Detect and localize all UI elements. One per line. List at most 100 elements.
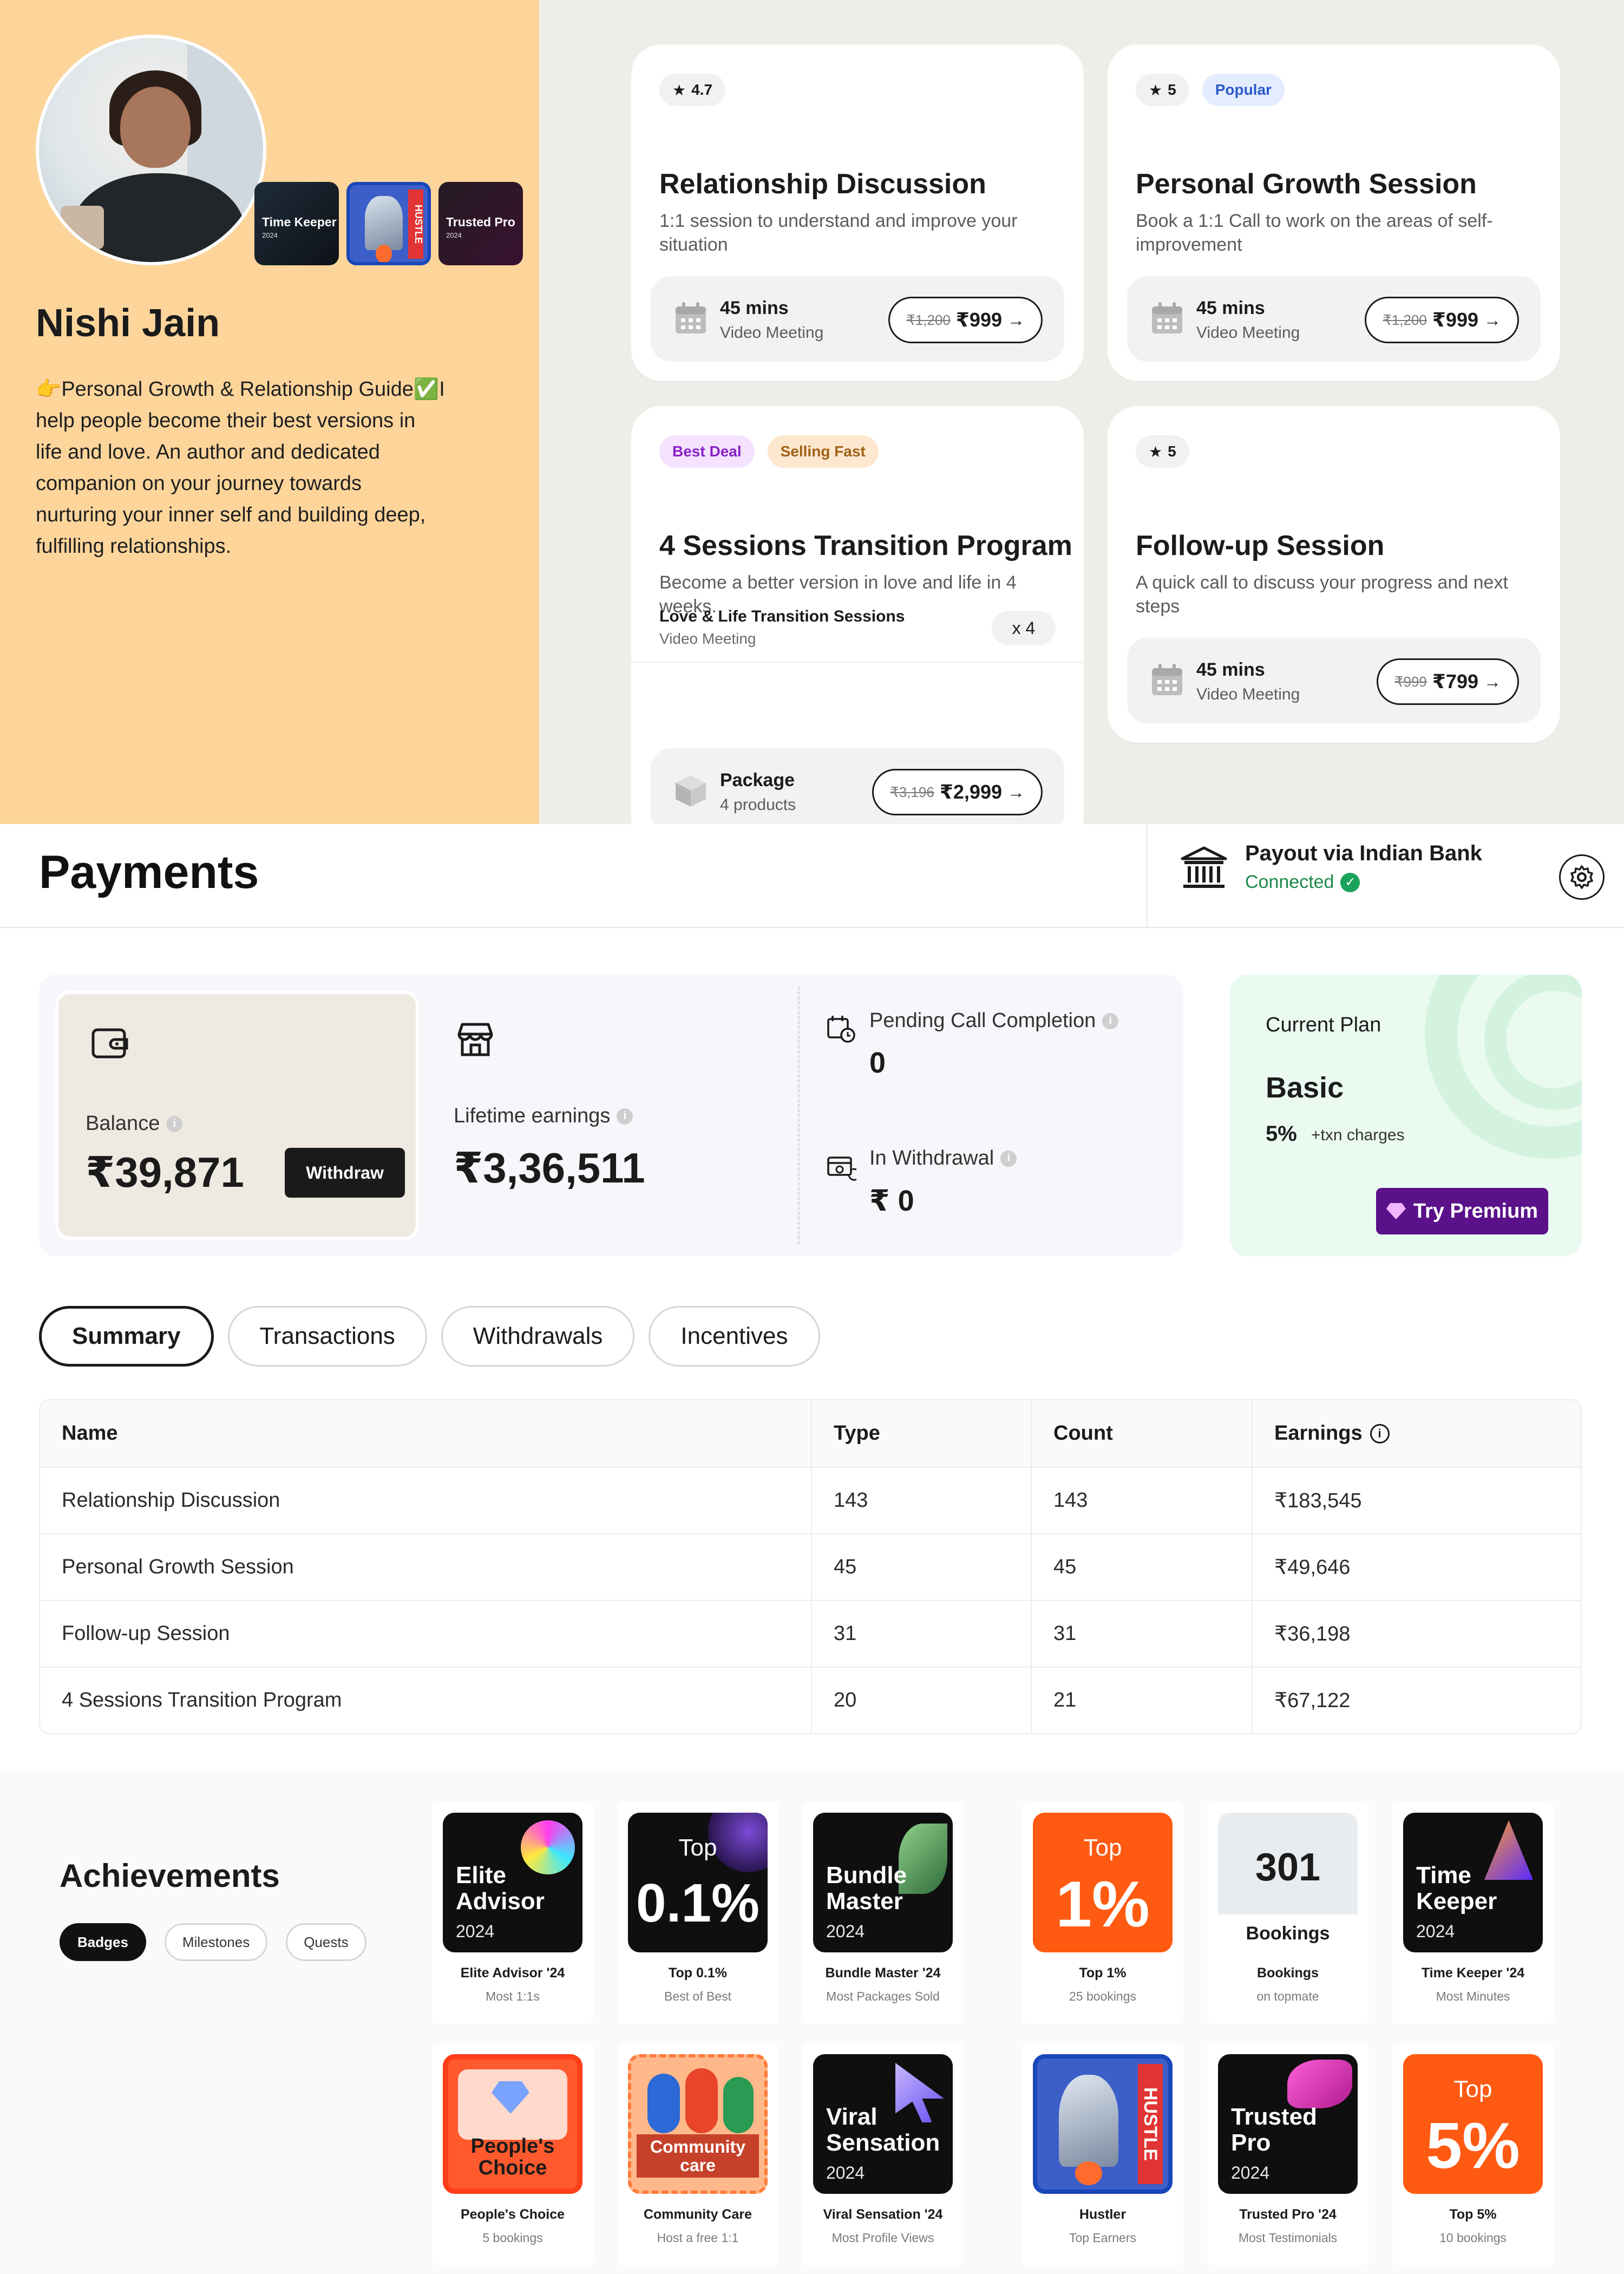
service-card-follow-up[interactable]: ★ 5 Follow-up Session A quick call to dis…: [1108, 406, 1560, 743]
package-item-qty: x 4: [992, 611, 1056, 645]
current-plan-card: Current Plan Basic 5% +txn charges Try P…: [1230, 975, 1582, 1256]
package-item-title: Love & Life Transition Sessions: [659, 607, 905, 625]
col-count: Count: [1031, 1400, 1252, 1467]
badge-image: Elite Advisor 2024: [443, 1813, 582, 1952]
arrow-right-icon: →: [1007, 782, 1025, 802]
book-price-button[interactable]: ₹1,200 ₹999 →: [1365, 297, 1519, 343]
tab-summary[interactable]: Summary: [39, 1306, 214, 1367]
tab-incentives[interactable]: Incentives: [649, 1306, 820, 1367]
profile-section: Time Keeper 2024 HUSTLE Trusted Pro 2024 N…: [0, 0, 1624, 824]
try-premium-button[interactable]: Try Premium: [1376, 1188, 1548, 1234]
tab-transactions[interactable]: Transactions: [227, 1306, 427, 1367]
store-icon: [457, 1023, 493, 1056]
page-title: Payments: [39, 846, 259, 898]
diamond-icon: [1386, 1203, 1406, 1219]
badge-image: HUSTLE: [1033, 2054, 1173, 2194]
badge-top-1[interactable]: Top 1% Top 1% 25 bookings: [1022, 1802, 1183, 2024]
badge-hustler[interactable]: HUSTLE Hustler Top Earners: [1022, 2043, 1183, 2265]
badge-trusted-pro[interactable]: Trusted Pro 2024 Trusted Pro '24 Most Tes…: [1207, 2043, 1368, 2265]
achievements-tabs: Badges Milestones Quests: [60, 1923, 366, 1961]
service-mode: Video Meeting: [720, 324, 824, 342]
tab-quests[interactable]: Quests: [286, 1923, 366, 1961]
badge-image: Trusted Pro 2024: [1218, 2054, 1358, 2194]
badge-community-care[interactable]: Community care Community Care Host a fre…: [617, 2043, 778, 2265]
info-icon[interactable]: i: [617, 1108, 633, 1125]
info-icon[interactable]: i: [1370, 1423, 1390, 1443]
cell-type: 31: [811, 1601, 1031, 1667]
star-icon: ★: [1149, 81, 1163, 99]
info-icon[interactable]: i: [1102, 1012, 1119, 1029]
book-price-button[interactable]: ₹3,196 ₹2,999 →: [872, 769, 1043, 815]
package-count: 4 products: [720, 796, 796, 814]
badge-image: 301 Bookings: [1218, 1813, 1358, 1952]
achievements-title: Achievements: [60, 1858, 280, 1894]
plan-name: Basic: [1266, 1071, 1344, 1104]
badge-viral-sensation[interactable]: Viral Sensation 2024 Viral Sensation '24 …: [802, 2043, 964, 2265]
badge-image: Time Keeper 2024: [1403, 1813, 1543, 1952]
info-icon[interactable]: i: [166, 1115, 183, 1132]
cell-count: 21: [1031, 1668, 1252, 1733]
badge-elite-advisor[interactable]: Elite Advisor 2024 Elite Advisor '24 Most…: [432, 1802, 593, 2024]
settings-button[interactable]: [1559, 854, 1605, 900]
service-footer: 45 mins Video Meeting ₹1,200 ₹999 →: [1127, 276, 1541, 362]
service-card-personal-growth[interactable]: ★ 5 Popular Personal Growth Session Book …: [1108, 44, 1560, 381]
service-title: 4 Sessions Transition Program: [659, 530, 1072, 561]
mini-badge-hustle: HUSTLE: [346, 182, 431, 265]
withdraw-button[interactable]: Withdraw: [285, 1148, 405, 1198]
service-card-relationship-discussion[interactable]: ★ 4.7 Relationship Discussion 1:1 session…: [631, 44, 1084, 381]
package-footer: Package 4 products ₹3,196 ₹2,999 →: [651, 748, 1064, 824]
mini-badge-time-keeper: Time Keeper 2024: [254, 182, 339, 265]
rating-pill: ★ 5: [1136, 74, 1189, 106]
service-mode: Video Meeting: [1196, 324, 1300, 342]
profile-bio: 👉Personal Growth & Relationship Guide✅I …: [36, 378, 445, 558]
book-price-button[interactable]: ₹1,200 ₹999 →: [888, 297, 1043, 343]
mini-badge-row: Time Keeper 2024 HUSTLE Trusted Pro 2024: [254, 182, 523, 265]
service-footer: 45 mins Video Meeting ₹1,200 ₹999 →: [651, 276, 1064, 362]
table-row: Follow-up Session 31 31 ₹36,198: [40, 1600, 1581, 1667]
table-header-row: Name Type Count Earnings i: [40, 1400, 1581, 1467]
cell-type: 45: [811, 1534, 1031, 1600]
payout-status: Connected ✓: [1245, 872, 1360, 893]
payout-title: Payout via Indian Bank: [1245, 841, 1482, 865]
earnings-overview: Balance i ₹39,871 Withdraw Lifetime earni…: [39, 975, 1183, 1256]
col-type: Type: [811, 1400, 1031, 1467]
withdrawal-cycle-icon: [827, 1156, 856, 1181]
earnings-table: Name Type Count Earnings i Relationship D…: [39, 1399, 1582, 1734]
service-footer: 45 mins Video Meeting ₹999 ₹799 →: [1127, 638, 1541, 723]
badge-bundle-master[interactable]: Bundle Master 2024 Bundle Master '24 Most…: [802, 1802, 964, 2024]
tab-milestones[interactable]: Milestones: [164, 1923, 268, 1961]
calendar-icon: [1152, 302, 1182, 334]
balance-label: Balance i: [86, 1112, 183, 1135]
badge-top-0-1[interactable]: Top 0.1% Top 0.1% Best of Best: [617, 1802, 778, 2024]
pending-call-label: Pending Call Completion i: [869, 1009, 1119, 1033]
badge-image: Viral Sensation 2024: [813, 2054, 953, 2194]
arrow-right-icon: →: [1007, 310, 1025, 330]
service-card-transition-program[interactable]: Best Deal Selling Fast 4 Sessions Transi…: [631, 406, 1084, 824]
package-box-icon: [676, 775, 706, 807]
cell-count: 31: [1031, 1601, 1252, 1667]
gear-icon: [1570, 865, 1593, 889]
calendar-icon: [676, 302, 706, 334]
cell-type: 143: [811, 1468, 1031, 1533]
plan-label: Current Plan: [1266, 1014, 1381, 1036]
cell-name: 4 Sessions Transition Program: [62, 1689, 342, 1711]
badge-image: Community care: [628, 2054, 768, 2194]
service-desc: 1:1 session to understand and improve yo…: [659, 211, 1018, 255]
badge-top-5[interactable]: Top 5% Top 5% 10 bookings: [1392, 2043, 1554, 2265]
in-withdrawal-label: In Withdrawal i: [869, 1147, 1017, 1170]
service-duration: 45 mins: [1196, 298, 1265, 318]
service-desc: Book a 1:1 Call to work on the areas of …: [1136, 211, 1493, 255]
balance-value: ₹39,871: [86, 1148, 244, 1196]
badge-time-keeper[interactable]: Time Keeper 2024 Time Keeper '24 Most Min…: [1392, 1802, 1554, 2024]
badge-bookings[interactable]: 301 Bookings Bookings on topmate: [1207, 1802, 1368, 2024]
table-row: Personal Growth Session 45 45 ₹49,646: [40, 1533, 1581, 1600]
badge-peoples-choice[interactable]: People's Choice People's Choice 5 bookin…: [432, 2043, 593, 2265]
info-icon[interactable]: i: [1000, 1150, 1017, 1167]
selling-fast-tag: Selling Fast: [767, 435, 879, 468]
tab-badges[interactable]: Badges: [60, 1923, 146, 1961]
book-price-button[interactable]: ₹999 ₹799 →: [1376, 658, 1519, 705]
star-icon: ★: [1149, 443, 1163, 460]
tab-withdrawals[interactable]: Withdrawals: [441, 1306, 635, 1367]
calendar-icon: [1152, 664, 1182, 695]
badge-image: Top 1%: [1033, 1813, 1173, 1952]
